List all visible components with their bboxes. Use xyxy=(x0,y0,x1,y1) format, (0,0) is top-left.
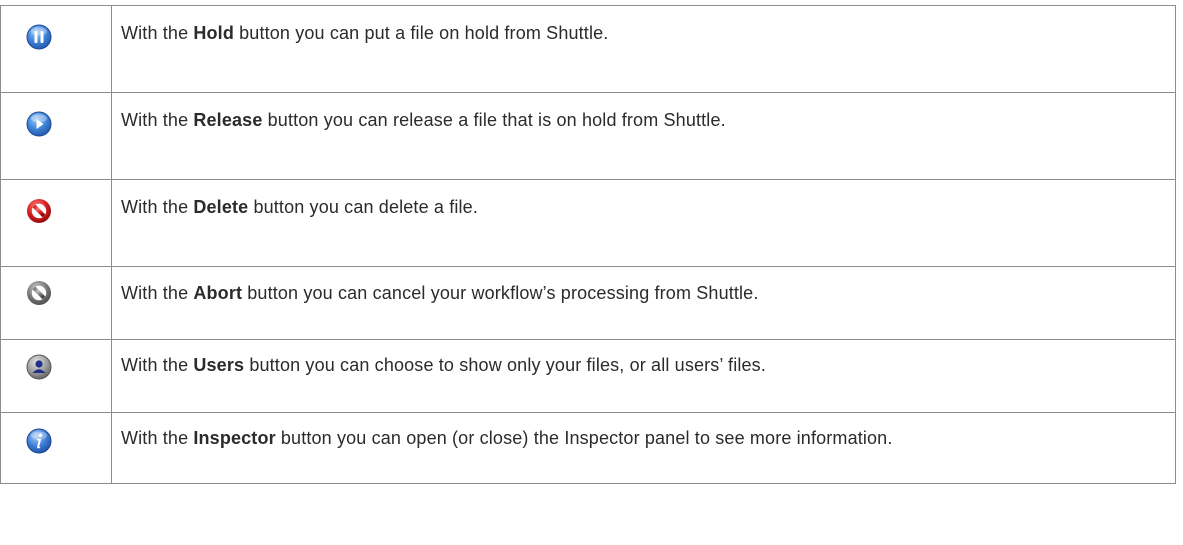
description-text: With the Delete button you can delete a … xyxy=(121,197,478,217)
hold-keyword: Hold xyxy=(193,23,234,43)
users-icon xyxy=(25,353,53,381)
description-cell: With the Delete button you can delete a … xyxy=(111,179,1176,267)
delete-no-entry-icon xyxy=(25,197,53,225)
play-icon xyxy=(25,110,53,138)
release-keyword: Release xyxy=(193,110,263,130)
table-row: With the Users button you can choose to … xyxy=(0,339,1176,413)
delete-keyword: Delete xyxy=(193,197,249,217)
pause-icon xyxy=(25,23,53,51)
inspector-keyword: Inspector xyxy=(193,428,276,448)
abort-no-entry-icon xyxy=(25,279,53,307)
icon-cell xyxy=(0,179,112,267)
description-cell: With the Hold button you can put a file … xyxy=(111,5,1176,93)
icon-cell xyxy=(0,266,112,340)
table-row: With the Hold button you can put a file … xyxy=(0,5,1176,93)
description-text: With the Inspector button you can open (… xyxy=(121,428,893,448)
icon-cell xyxy=(0,92,112,180)
button-description-table: With the Hold button you can put a file … xyxy=(0,5,1176,484)
description-text: With the Users button you can choose to … xyxy=(121,355,766,375)
description-cell: With the Inspector button you can open (… xyxy=(111,412,1176,484)
description-cell: With the Users button you can choose to … xyxy=(111,339,1176,413)
description-cell: With the Abort button you can cancel you… xyxy=(111,266,1176,340)
description-text: With the Hold button you can put a file … xyxy=(121,23,609,43)
description-cell: With the Release button you can release … xyxy=(111,92,1176,180)
table-row: With the Abort button you can cancel you… xyxy=(0,266,1176,340)
abort-keyword: Abort xyxy=(193,283,243,303)
icon-cell xyxy=(0,5,112,93)
table-row: With the Inspector button you can open (… xyxy=(0,412,1176,484)
info-icon xyxy=(25,427,53,455)
table-row: With the Release button you can release … xyxy=(0,92,1176,180)
table-row: With the Delete button you can delete a … xyxy=(0,179,1176,267)
description-text: With the Release button you can release … xyxy=(121,110,726,130)
icon-cell xyxy=(0,412,112,484)
users-keyword: Users xyxy=(193,355,245,375)
description-text: With the Abort button you can cancel you… xyxy=(121,283,759,303)
icon-cell xyxy=(0,339,112,413)
